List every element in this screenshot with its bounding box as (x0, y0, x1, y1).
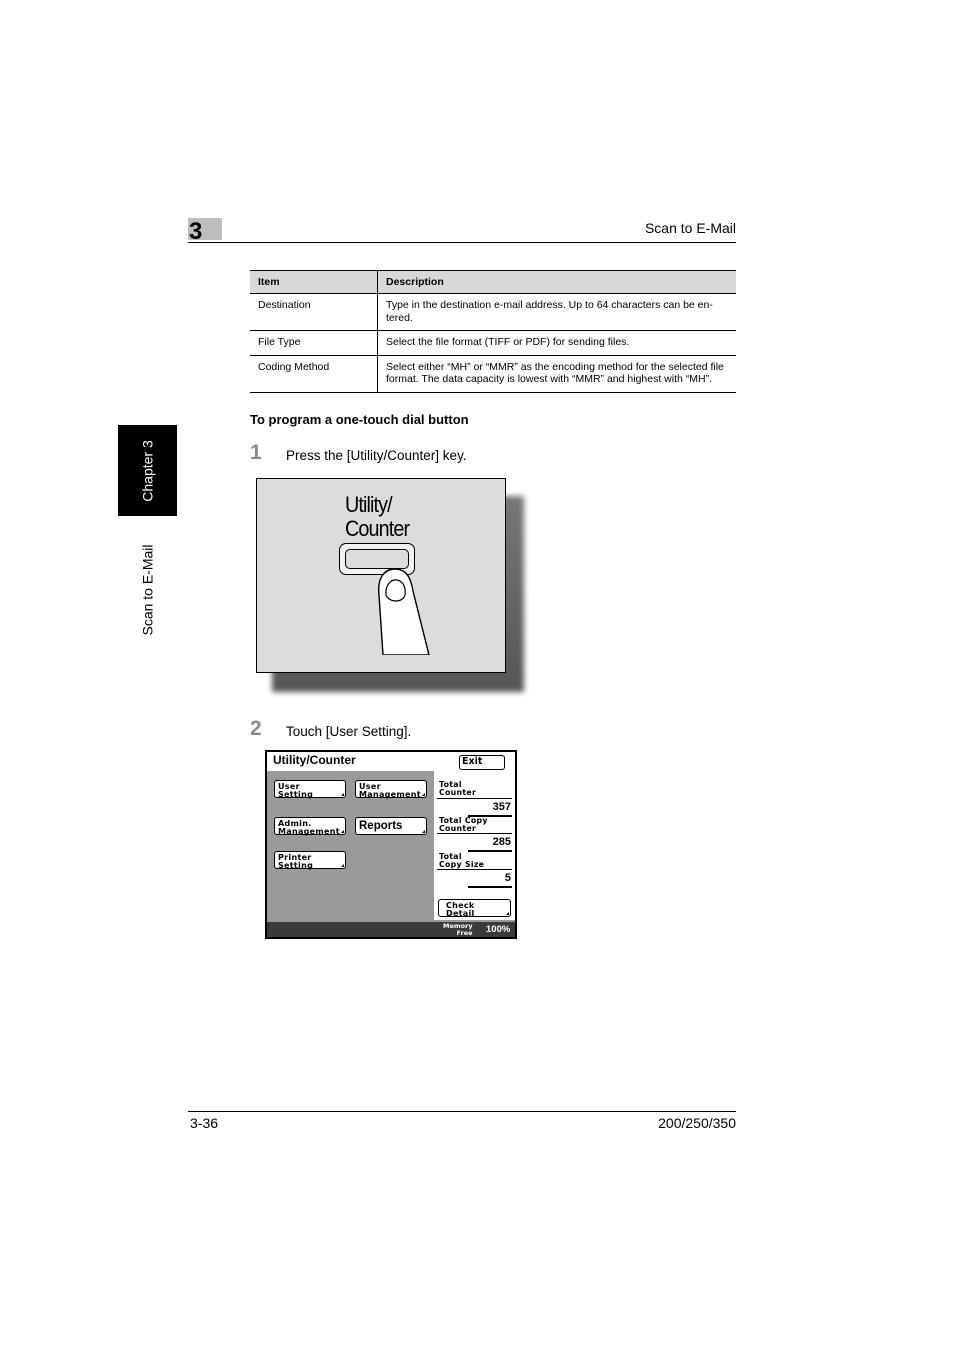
total-copy-counter-value: 285 (492, 836, 511, 848)
header-rule (188, 242, 736, 243)
step-number: 1 (250, 441, 262, 464)
finger-press-icon (378, 568, 430, 655)
page-number: 3-36 (190, 1115, 219, 1131)
key-label: Utility/ Counter (345, 492, 410, 541)
value-rule (468, 886, 512, 888)
item-cell: Destination (250, 293, 378, 331)
table-row: File Type Select the file format (TIFF o… (250, 330, 736, 356)
memory-free-label: Memory Free (443, 922, 473, 937)
column-header-item: Item (250, 270, 378, 294)
description-cell: Select the file format (TIFF or PDF) for… (377, 330, 736, 356)
item-cell: Coding Method (250, 355, 378, 393)
button-label-line2: Setting (278, 789, 314, 799)
exit-button[interactable]: Exit (459, 755, 505, 770)
section-tab-label-wrap: Scan to E-Mail (118, 530, 177, 650)
button-label-line2: Management (278, 826, 340, 836)
chapter-tab-label-wrap: Chapter 3 (118, 425, 177, 516)
memory-free-value: 100% (486, 924, 511, 935)
total-counter-label: Total Counter (439, 780, 477, 797)
column-header-description: Description (377, 270, 736, 294)
table-row: Destination Type in the destination e-ma… (250, 293, 736, 331)
counter-rule (437, 869, 512, 870)
section-tab-label: Scan to E-Mail (139, 544, 156, 636)
admin-management-button[interactable]: Admin. Management (274, 817, 346, 835)
button-label-line2: Setting (278, 860, 314, 870)
table-header-row: Item Description (250, 270, 736, 294)
counter-rule (437, 798, 512, 799)
button-label-line2: Detail (446, 908, 475, 918)
button-label-line2: Management (359, 789, 421, 799)
user-setting-button[interactable]: User Setting (274, 780, 346, 798)
description-cell: Type in the destination e-mail address. … (377, 293, 736, 331)
utility-counter-screen: Utility/Counter Exit User Setting User M… (265, 750, 517, 939)
step-text: Press the [Utility/Counter] key. (286, 448, 467, 463)
step-text: Touch [User Setting]. (286, 724, 412, 739)
button-label: Reports (359, 820, 403, 832)
description-cell: Select either “MH” or “MMR” as the encod… (377, 355, 736, 393)
model-number: 200/250/350 (658, 1115, 736, 1131)
procedure-title: To program a one-touch dial button (250, 412, 469, 427)
total-copy-size-value: 5 (504, 872, 511, 884)
step-number: 2 (250, 717, 262, 740)
reports-button[interactable]: Reports (355, 817, 427, 835)
value-rule (468, 850, 512, 852)
user-management-button[interactable]: User Management (355, 780, 427, 798)
total-copy-size-label: Total Copy Size (439, 852, 485, 869)
counter-rule (437, 833, 512, 834)
chapter-tab-label: Chapter 3 (139, 439, 156, 502)
printer-setting-button[interactable]: Printer Setting (274, 851, 346, 869)
screen-status-bar: Memory Free 100% (267, 922, 515, 937)
footer-rule (188, 1111, 736, 1112)
total-counter-value: 357 (492, 801, 511, 813)
utility-counter-key-illustration: Utility/ Counter (256, 478, 506, 673)
total-copy-counter-label: Total Copy Counter (439, 816, 488, 833)
key-label-line1: Utility/ (345, 492, 393, 517)
check-detail-button[interactable]: Check Detail (438, 899, 511, 917)
counter-panel: Total Counter 357 Total Copy Counter 285 T… (434, 771, 515, 920)
screen-title: Utility/Counter (273, 753, 356, 767)
table-row: Coding Method Select either “MH” or “MMR… (250, 355, 736, 393)
settings-table: Item Description Destination Type in the… (250, 270, 736, 393)
key-label-line2: Counter (345, 516, 410, 541)
item-cell: File Type (250, 330, 378, 356)
header-section-title: Scan to E-Mail (644, 220, 736, 236)
